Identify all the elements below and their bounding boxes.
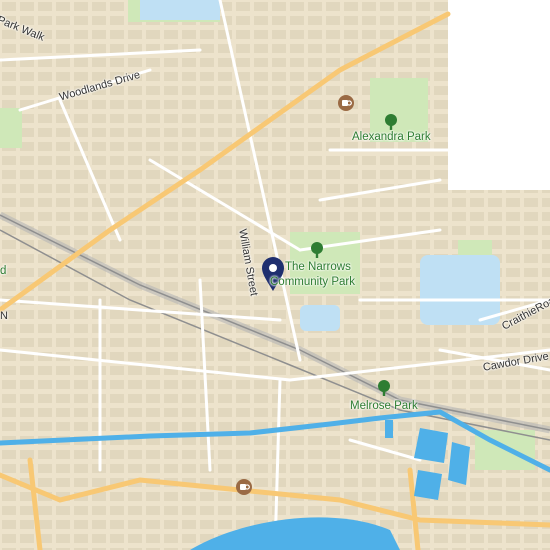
park-label-alexandra-park: Alexandra Park [352, 131, 431, 143]
edge-label-n: N [0, 310, 8, 322]
map-canvas[interactable] [0, 0, 550, 550]
pond-mid [300, 305, 340, 331]
pond-top [140, 0, 220, 20]
map-view[interactable]: Park Walk Woodlands Drive William Street… [0, 0, 550, 550]
park-label-narrows-line1: The Narrows [285, 261, 351, 273]
coffee-cup-icon[interactable] [338, 95, 354, 111]
coffee-cup-icon[interactable] [236, 479, 252, 495]
park-label-melrose-park: Melrose Park [350, 400, 418, 412]
park-label-narrows-line2: Community Park [270, 276, 355, 288]
pond-east [420, 255, 500, 325]
edge-label-d: d [0, 265, 7, 277]
green-area-left [0, 108, 22, 148]
